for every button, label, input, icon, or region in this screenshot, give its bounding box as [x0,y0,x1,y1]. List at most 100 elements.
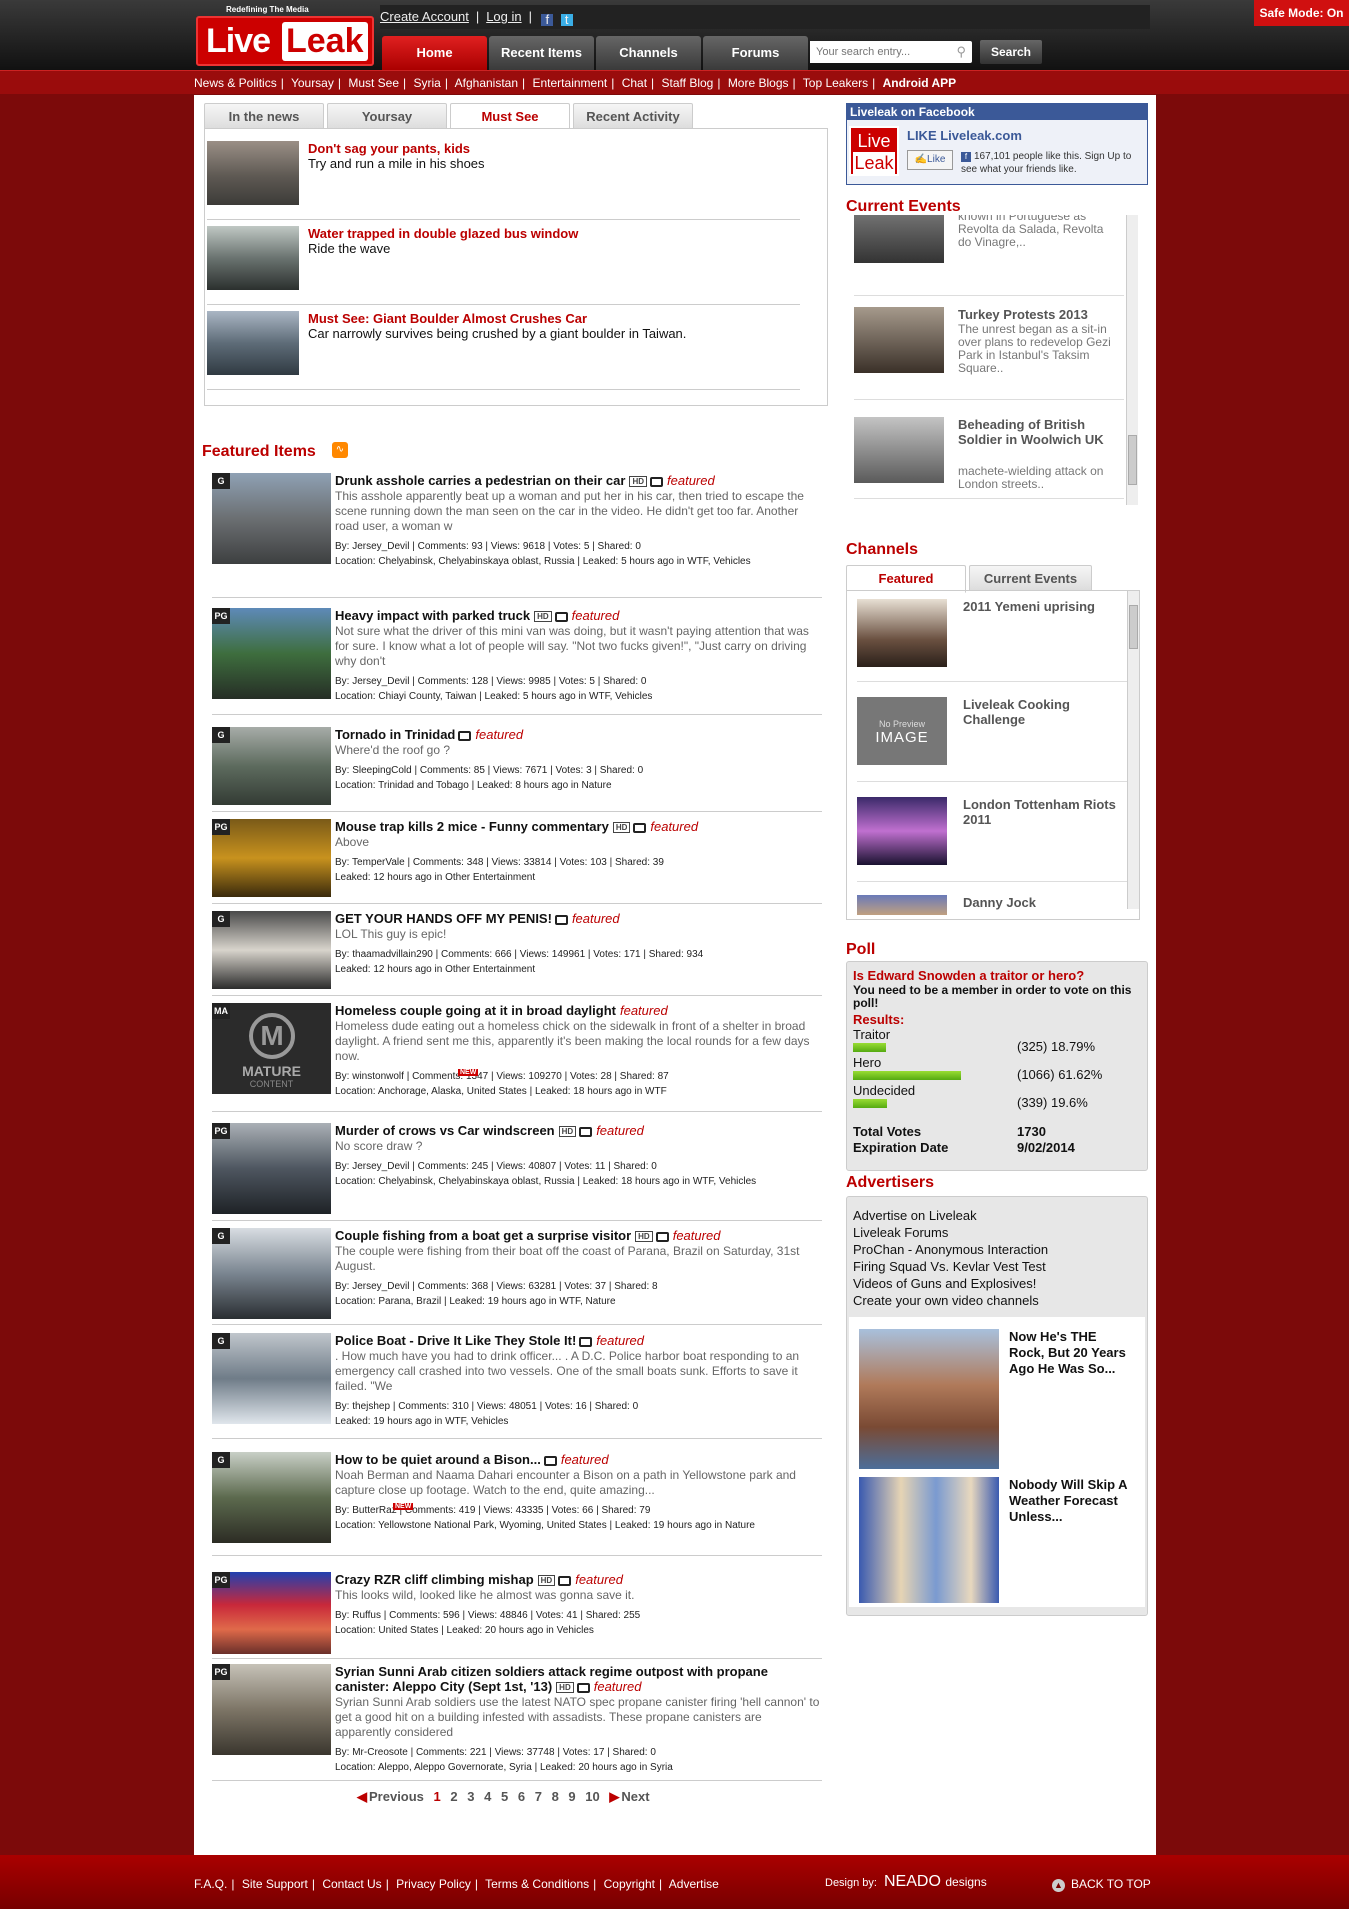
subnav-news-politics[interactable]: News & Politics [194,76,277,90]
featured-title-text[interactable]: Tornado in Trinidad [335,727,455,742]
event-thumbnail[interactable] [854,417,944,483]
channel-thumbnail[interactable] [857,797,947,865]
tab-recent-activity[interactable]: Recent Activity [573,103,693,129]
featured-title[interactable]: Murder of crows vs Car windscreen HD featu… [335,1123,821,1138]
channel-scrollbar[interactable] [1127,591,1139,909]
advertiser-link[interactable]: Create your own video channels [853,1292,1048,1309]
channel-thumbnail[interactable] [857,895,947,915]
neado-logo[interactable]: NEADO designs [884,1873,987,1891]
featured-title[interactable]: Tornado in Trinidad featured [335,727,821,742]
back-to-top-link[interactable]: ▲ BACK TO TOP [1052,1877,1151,1892]
tab-must-see[interactable]: Must See [450,103,570,131]
liveleak-fb-logo[interactable]: Live Leak [849,126,899,176]
page-link[interactable]: 7 [535,1789,542,1804]
channel-title[interactable]: Liveleak Cooking Challenge [963,697,1123,727]
advertiser-link[interactable]: ProChan - Anonymous Interaction [853,1241,1048,1258]
subnav-entertainment[interactable]: Entertainment [533,76,608,90]
subnav-chat[interactable]: Chat [622,76,647,90]
subnav-top-leakers[interactable]: Top Leakers [803,76,868,90]
footer-link-terms[interactable]: Terms & Conditions [485,1877,589,1891]
channel-thumbnail[interactable] [857,599,947,667]
page-link[interactable]: 2 [450,1789,457,1804]
event-thumbnail[interactable] [854,215,944,263]
must-see-item[interactable]: Must See: Giant Boulder Almost Crushes C… [205,311,815,396]
must-see-title[interactable]: Water trapped in double glazed bus windo… [308,226,578,241]
channel-title[interactable]: 2011 Yemeni uprising [963,599,1123,614]
featured-title[interactable]: Syrian Sunni Arab citizen soldiers attac… [335,1664,821,1694]
ad-image[interactable] [859,1329,999,1469]
must-see-item[interactable]: Don't sag your pants, kids Try and run a… [205,141,815,226]
page-link[interactable]: 6 [518,1789,525,1804]
facebook-page-name[interactable]: LIKE Liveleak.com [907,128,1022,143]
featured-title[interactable]: Police Boat - Drive It Like They Stole I… [335,1333,821,1348]
video-thumbnail[interactable] [207,141,299,205]
ad-title[interactable]: Nobody Will Skip A Weather Forecast Unle… [1009,1477,1129,1525]
channel-title[interactable]: London Tottenham Riots 2011 [963,797,1123,827]
poll-question[interactable]: Is Edward Snowden a traitor or hero? [853,968,1084,983]
event-thumbnail[interactable] [854,307,944,373]
channel-thumbnail[interactable]: No Preview IMAGE [857,697,947,765]
facebook-like-button[interactable]: ✍Like [907,150,953,170]
rss-icon[interactable]: ∿ [332,442,348,458]
page-link[interactable]: 9 [568,1789,575,1804]
next-label[interactable]: Next [621,1789,649,1804]
featured-title-text[interactable]: Homeless couple going at it in broad day… [335,1003,616,1018]
create-account-link[interactable]: Create Account [380,9,469,24]
featured-title-text[interactable]: Syrian Sunni Arab citizen soldiers attac… [335,1664,768,1694]
footer-link-advertise[interactable]: Advertise [669,1877,719,1891]
must-see-title[interactable]: Must See: Giant Boulder Almost Crushes C… [308,311,587,326]
featured-title-text[interactable]: Murder of crows vs Car windscreen [335,1123,555,1138]
safe-mode-toggle[interactable]: Safe Mode: On [1254,0,1349,26]
page-link[interactable]: 5 [501,1789,508,1804]
subnav-yoursay[interactable]: Yoursay [291,76,334,90]
footer-link-privacy[interactable]: Privacy Policy [396,1877,471,1891]
channel-title[interactable]: Danny Jock [963,895,1123,910]
log-in-link[interactable]: Log in [486,9,521,24]
subnav-must-see[interactable]: Must See [348,76,399,90]
featured-title[interactable]: Mouse trap kills 2 mice - Funny commenta… [335,819,821,834]
prev-label[interactable]: Previous [369,1789,424,1804]
nav-tab-forums[interactable]: Forums [703,36,808,70]
subnav-afghanistan[interactable]: Afghanistan [455,76,518,90]
featured-title-text[interactable]: Couple fishing from a boat get a surpris… [335,1228,631,1243]
scrollbar-thumb[interactable] [1129,605,1138,649]
subnav-staff-blog[interactable]: Staff Blog [662,76,714,90]
featured-title-text[interactable]: How to be quiet around a Bison... [335,1452,541,1467]
footer-link-copyright[interactable]: Copyright [604,1877,655,1891]
video-thumbnail[interactable] [207,311,299,375]
tab-yoursay[interactable]: Yoursay [327,103,447,129]
prev-page-link[interactable]: ◀ Previous [357,1789,424,1804]
featured-title[interactable]: Crazy RZR cliff climbing mishap HD feature… [335,1572,821,1587]
footer-link-site-support[interactable]: Site Support [242,1877,308,1891]
featured-title-text[interactable]: Drunk asshole carries a pedestrian on th… [335,473,625,488]
footer-link-contact[interactable]: Contact Us [322,1877,381,1891]
nav-tab-channels[interactable]: Channels [596,36,701,70]
page-link[interactable]: 8 [552,1789,559,1804]
tab-in-the-news[interactable]: In the news [204,103,324,129]
featured-title-text[interactable]: Crazy RZR cliff climbing mishap [335,1572,534,1587]
featured-title-text[interactable]: GET YOUR HANDS OFF MY PENIS! [335,911,552,926]
must-see-item[interactable]: Water trapped in double glazed bus windo… [205,226,815,311]
subnav-more-blogs[interactable]: More Blogs [728,76,789,90]
featured-title[interactable]: Couple fishing from a boat get a surpris… [335,1228,821,1243]
facebook-icon[interactable]: f [541,13,554,26]
page-link[interactable]: 4 [484,1789,491,1804]
subnav-syria[interactable]: Syria [414,76,441,90]
current-events-scrollbar[interactable] [1126,215,1138,505]
ad-title[interactable]: Now He's THE Rock, But 20 Years Ago He W… [1009,1329,1129,1377]
search-input[interactable] [810,41,950,63]
next-page-link[interactable]: ▶ Next [609,1789,649,1804]
nav-tab-home[interactable]: Home [382,36,487,70]
page-link[interactable]: 10 [585,1789,599,1804]
channel-tab-current-events[interactable]: Current Events [969,565,1092,591]
page-link[interactable]: 3 [467,1789,474,1804]
channel-tab-featured[interactable]: Featured [846,565,966,593]
must-see-title[interactable]: Don't sag your pants, kids [308,141,470,156]
page-link[interactable]: 1 [434,1789,441,1804]
video-thumbnail[interactable] [207,226,299,290]
twitter-icon[interactable]: t [560,13,573,26]
subnav-android-app[interactable]: Android APP [883,76,957,90]
footer-link-faq[interactable]: F.A.Q. [194,1877,227,1891]
featured-title[interactable]: Drunk asshole carries a pedestrian on th… [335,473,821,488]
featured-title[interactable]: GET YOUR HANDS OFF MY PENIS! featured [335,911,821,926]
